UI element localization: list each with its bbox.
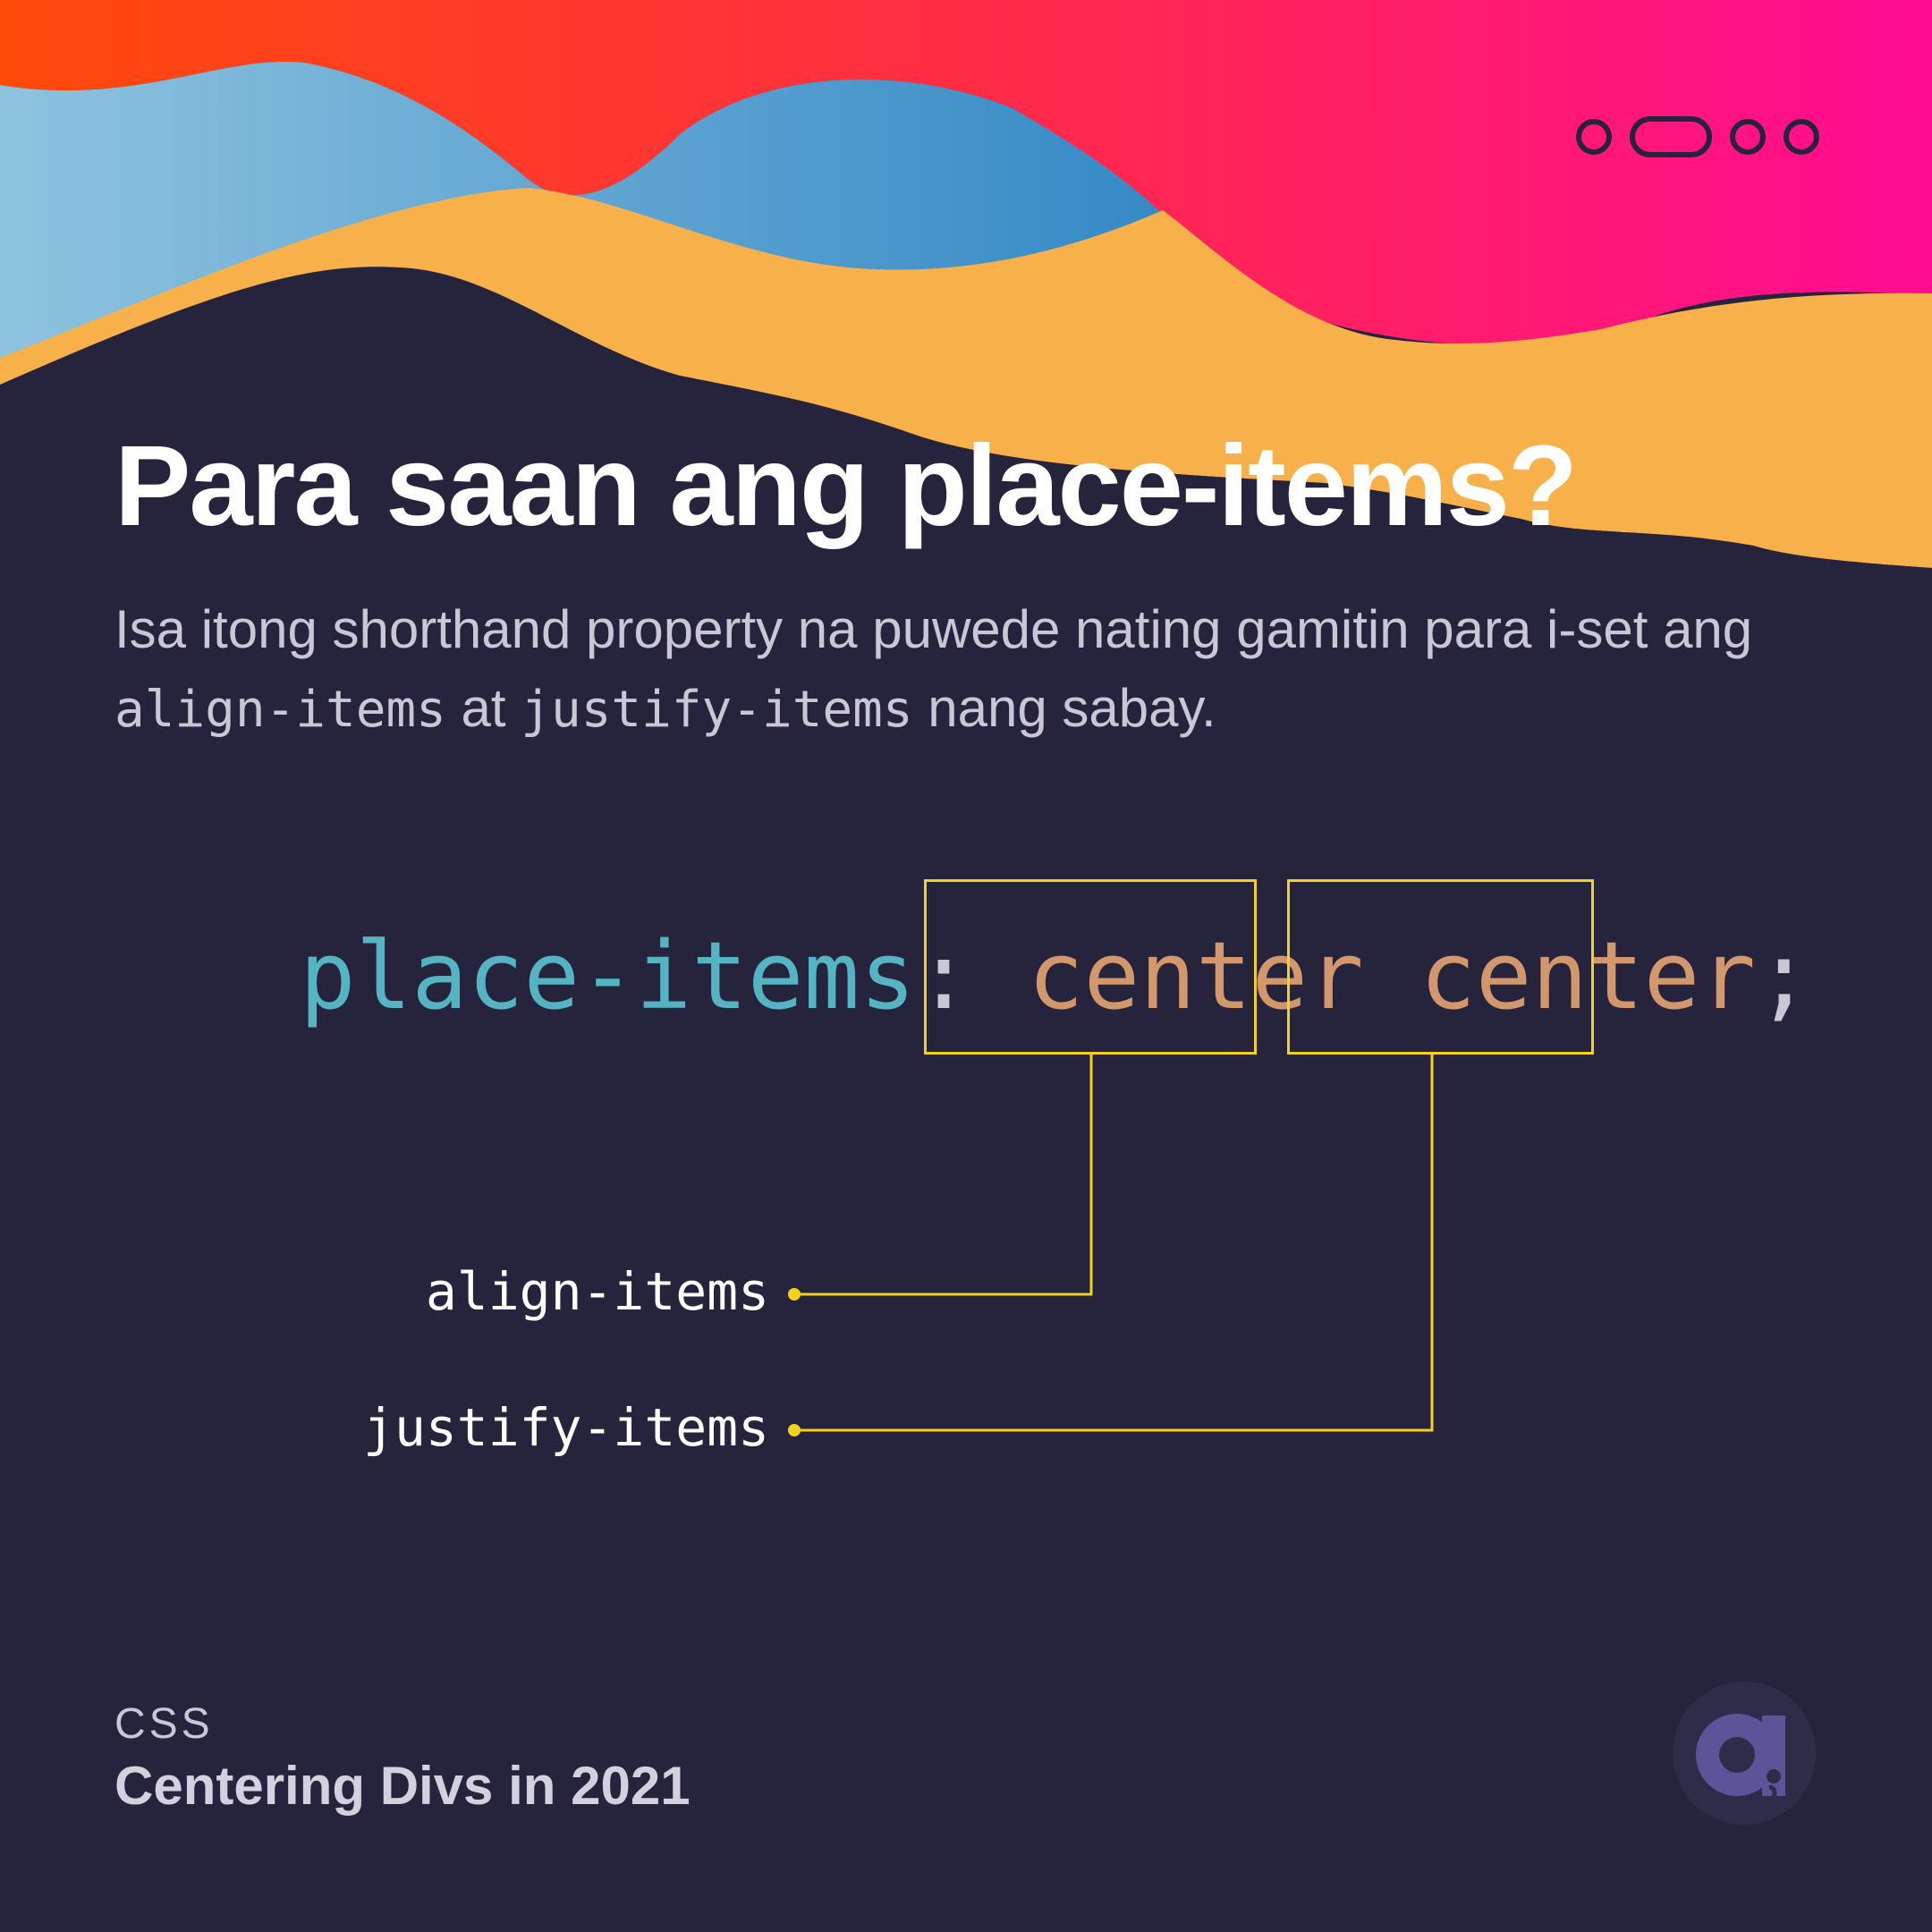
- label-align-items: align-items: [425, 1261, 769, 1322]
- carousel-dots-icon: [1576, 116, 1819, 157]
- brand-logo-icon: [1673, 1682, 1816, 1825]
- css-semicolon: ;: [1756, 921, 1812, 1030]
- page-subtitle: Isa itong shorthand property na puwede n…: [114, 590, 1814, 750]
- carousel-dot: [1576, 119, 1612, 155]
- connector-justify-items: [794, 1055, 1434, 1432]
- highlight-box-first-value: [924, 879, 1257, 1055]
- inline-code-justify-items: justify-items: [521, 681, 913, 739]
- css-property: place-items: [300, 921, 916, 1030]
- carousel-dot: [1784, 119, 1819, 155]
- carousel-dot: [1730, 119, 1766, 155]
- label-justify-items: justify-items: [363, 1397, 769, 1458]
- subtitle-text: nang sabay.: [912, 678, 1216, 738]
- subtitle-text: Isa itong shorthand property na puwede n…: [114, 599, 1753, 659]
- connector-align-items: [794, 1055, 1093, 1296]
- connector-dot-justify-items: [788, 1424, 801, 1436]
- inline-code-align-items: align-items: [114, 681, 446, 739]
- highlight-box-second-value: [1287, 879, 1594, 1055]
- footer-category: CSS: [114, 1700, 214, 1748]
- page-title: Para saan ang place-items?: [114, 422, 1578, 550]
- connector-dot-align-items: [788, 1288, 801, 1301]
- carousel-dot-active: [1630, 116, 1712, 157]
- footer-series-title: Centering Divs in 2021: [114, 1756, 691, 1816]
- subtitle-text: at: [445, 678, 521, 738]
